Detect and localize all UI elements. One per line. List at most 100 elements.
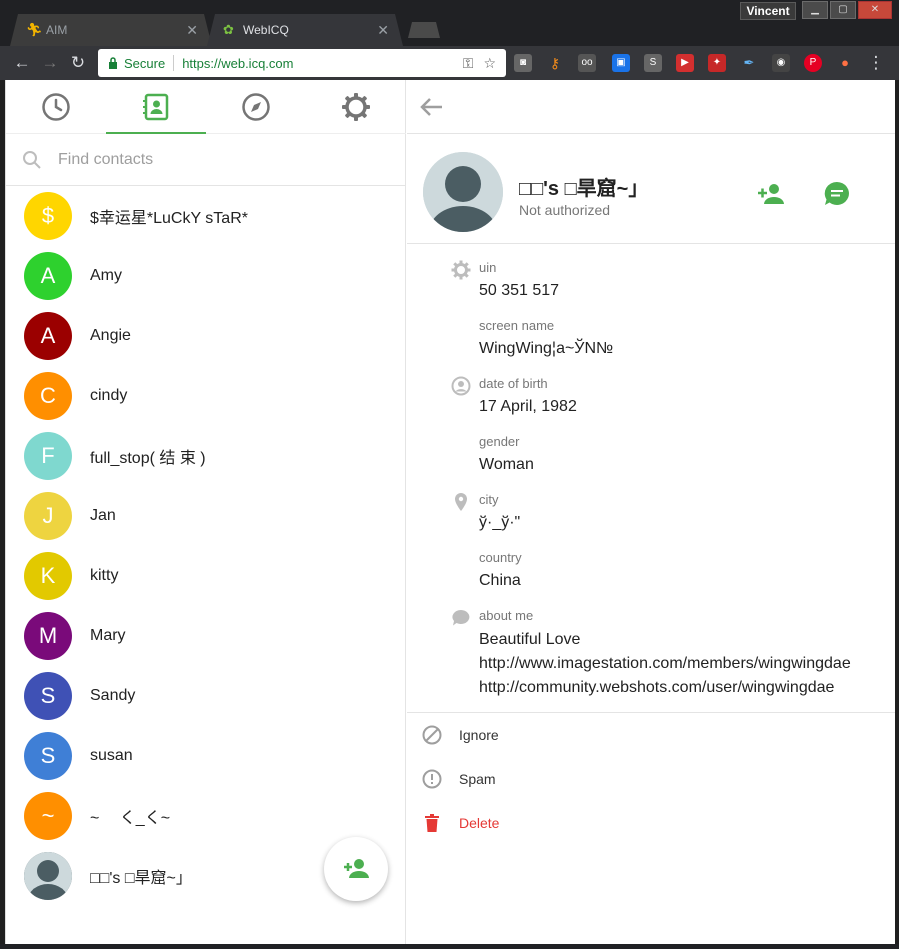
menu-icon[interactable]: ⋮	[866, 53, 886, 73]
about-link[interactable]: http://www.imagestation.com/members/wing…	[479, 652, 851, 676]
add-to-contacts-button[interactable]	[757, 182, 785, 211]
no-photo-avatar	[24, 852, 72, 900]
avatar: C	[24, 372, 72, 420]
contact-item[interactable]: A Amy	[6, 246, 406, 306]
contact-name: Sandy	[90, 687, 136, 704]
contact-item[interactable]: K kitty	[6, 546, 406, 606]
new-tab-button[interactable]	[408, 22, 440, 38]
search-input[interactable]	[58, 150, 358, 169]
minimize-button[interactable]: ▁	[802, 1, 828, 19]
back-button[interactable]	[419, 94, 445, 125]
tab-close-icon[interactable]: ✕	[186, 22, 198, 39]
contact-item[interactable]: C cindy	[6, 366, 406, 426]
silhouette-icon	[24, 852, 72, 900]
contact-name: Mary	[90, 627, 126, 644]
contact-item[interactable]: $ $幸运星*LuCkY sTaR*	[6, 186, 406, 246]
camera-extension-icon[interactable]: ◙	[514, 54, 532, 72]
field-label: city	[479, 492, 499, 507]
field-value: China	[479, 572, 521, 589]
tab-title: WebICQ	[243, 23, 289, 37]
browser-tab-webicq[interactable]: ✿ WebICQ ✕	[207, 14, 403, 46]
icq-flower-icon: ✿	[223, 22, 234, 37]
tab-recent[interactable]	[6, 80, 106, 134]
s-extension-icon[interactable]: S	[644, 54, 662, 72]
contact-list: $ $幸运星*LuCkY sTaR* A Amy A Angie C cindy…	[6, 186, 406, 906]
tab-explore[interactable]	[206, 80, 306, 134]
field-value: Woman	[479, 456, 534, 473]
pinterest-extension-icon[interactable]: P	[804, 54, 822, 72]
search-icon	[23, 150, 41, 169]
add-person-icon	[344, 859, 369, 878]
tab-contacts[interactable]	[106, 80, 206, 134]
monitor-extension-icon[interactable]: ▣	[612, 54, 630, 72]
avatar: S	[24, 672, 72, 720]
sparkle-extension-icon[interactable]: ✦	[708, 54, 726, 72]
close-window-button[interactable]: ✕	[858, 1, 892, 19]
contact-item[interactable]: S susan	[6, 726, 406, 786]
contact-name: $幸运星*LuCkY sTaR*	[90, 210, 248, 227]
tab-close-icon[interactable]: ✕	[377, 22, 389, 39]
browser-toolbar: ← → ↻ Secure https://web.icq.com ⚿ ☆ ◙ ⚷…	[0, 46, 899, 80]
contact-item[interactable]: ~ ~ く_く~	[6, 786, 406, 846]
contact-item[interactable]: F full_stop( 结 束 )	[6, 426, 406, 486]
key-icon[interactable]: ⚿	[463, 55, 474, 72]
contact-name: ~ く_く~	[90, 810, 171, 827]
about-line: Beautiful Love	[479, 631, 581, 648]
add-contact-button[interactable]	[324, 837, 388, 901]
contact-item[interactable]: M Mary	[6, 606, 406, 666]
about-link[interactable]: http://community.webshots.com/user/wingw…	[479, 676, 851, 700]
browser-tab-aim[interactable]: 🏃︎ AIM ✕	[10, 14, 212, 46]
owl-extension-icon[interactable]: oo	[578, 54, 596, 72]
gear-icon	[342, 93, 370, 121]
profile-actions: Ignore Spam Delete	[407, 712, 895, 845]
feather-extension-icon[interactable]: ✒	[740, 54, 758, 72]
contact-name: Jan	[90, 507, 116, 524]
avatar: J	[24, 492, 72, 540]
contact-name: Amy	[90, 267, 122, 284]
contact-item[interactable]: J Jan	[6, 486, 406, 546]
fox-extension-icon[interactable]: ●	[836, 54, 854, 72]
url-text[interactable]: https://web.icq.com	[182, 56, 463, 71]
speech-bubble-icon	[452, 610, 470, 626]
address-bar[interactable]: Secure https://web.icq.com ⚿ ☆	[98, 49, 506, 77]
bulb-extension-icon[interactable]: ◉	[772, 54, 790, 72]
key-extension-icon[interactable]: ⚷	[546, 54, 564, 72]
back-icon[interactable]: ←	[12, 53, 32, 73]
avatar: $	[24, 192, 72, 240]
chat-bubble-icon	[824, 181, 849, 205]
field-about-me: about me Beautiful Love http://www.image…	[407, 604, 895, 704]
contact-item[interactable]: S Sandy	[6, 666, 406, 726]
field-value: WingWing¦a~ЎN№	[479, 340, 614, 357]
profile-header	[407, 80, 895, 134]
avatar: ~	[24, 792, 72, 840]
field-value: Beautiful Love http://www.imagestation.c…	[479, 628, 851, 700]
arrow-left-icon	[420, 98, 442, 116]
play-extension-icon[interactable]: ▶	[676, 54, 694, 72]
spam-button[interactable]: Spam	[407, 757, 895, 801]
browser-profile-button[interactable]: Vincent	[740, 2, 796, 20]
nav-tabs	[6, 80, 406, 134]
avatar: F	[24, 432, 72, 480]
field-value: ў·_ў·"	[479, 514, 521, 531]
field-country: country China	[407, 546, 895, 604]
chat-button[interactable]	[823, 180, 851, 213]
star-icon[interactable]: ☆	[483, 55, 496, 72]
reload-icon[interactable]: ↻	[68, 53, 88, 73]
field-label: uin	[479, 260, 497, 275]
browser-titlebar: 🏃︎ AIM ✕ ✿ WebICQ ✕ Vincent ▁ ▢ ✕	[0, 0, 899, 46]
lock-icon	[108, 57, 118, 69]
delete-button[interactable]: Delete	[407, 801, 895, 845]
contact-item[interactable]: A Angie	[6, 306, 406, 366]
tab-settings[interactable]	[306, 80, 406, 134]
field-label: about me	[479, 608, 534, 623]
ignore-button[interactable]: Ignore	[407, 713, 895, 757]
forward-icon[interactable]: →	[40, 53, 60, 73]
alert-icon	[422, 769, 442, 789]
gear-icon	[451, 260, 471, 280]
compass-icon	[242, 93, 270, 121]
contact-name: full_stop( 结 束 )	[90, 450, 206, 467]
profile-pane: □□'s □旱窟~」 Not authorized uin 50 351 517…	[407, 80, 895, 944]
maximize-button[interactable]: ▢	[830, 1, 856, 19]
field-value: 17 April, 1982	[479, 398, 577, 415]
field-gender: gender Woman	[407, 430, 895, 488]
